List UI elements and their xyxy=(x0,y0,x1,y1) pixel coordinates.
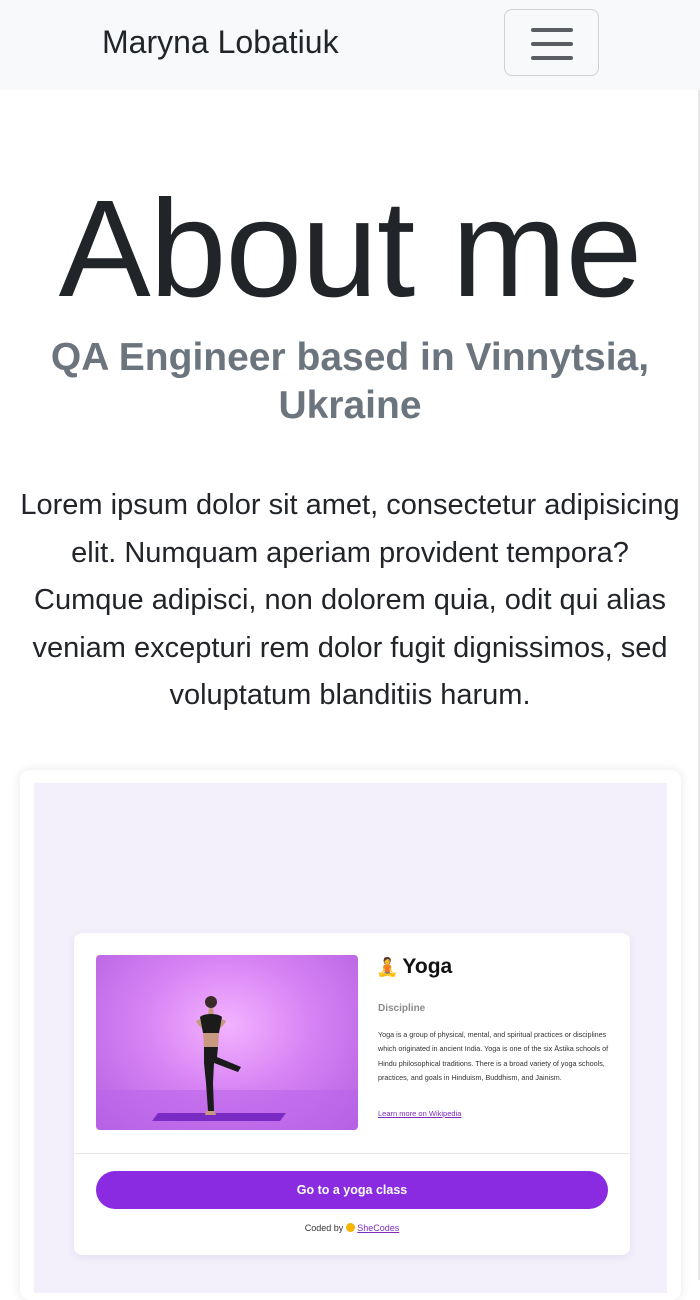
coded-by-label: Coded by xyxy=(304,1223,344,1233)
shecodes-link[interactable]: SheCodes xyxy=(357,1223,399,1233)
yoga-card: 🧘 Yoga Discipline Yoga is a group of phys… xyxy=(74,933,630,1255)
yoga-category: Discipline xyxy=(378,1003,426,1014)
yoga-class-button[interactable]: Go to a yoga class xyxy=(96,1171,608,1209)
navbar-toggler-button[interactable] xyxy=(504,9,599,76)
project-screenshot: 🧘 Yoga Discipline Yoga is a group of phys… xyxy=(34,783,667,1293)
yoga-pose-illustration xyxy=(96,996,358,1130)
card-divider xyxy=(74,1153,630,1154)
yoga-title: 🧘 Yoga xyxy=(376,955,452,979)
navbar: Maryna Lobatiuk xyxy=(0,0,700,90)
project-card[interactable]: 🧘 Yoga Discipline Yoga is a group of phys… xyxy=(20,770,681,1300)
intro-paragraph: Lorem ipsum dolor sit amet, consectetur … xyxy=(20,489,680,711)
meditating-person-icon: 🧘 xyxy=(376,957,399,977)
wikipedia-link[interactable]: Learn more on Wikipedia xyxy=(378,1109,461,1118)
coded-by-footer: Coded by SheCodes xyxy=(74,1223,630,1233)
yoga-description: Yoga is a group of physical, mental, and… xyxy=(378,1030,609,1083)
page-title: About me xyxy=(58,172,643,326)
navbar-brand[interactable]: Maryna Lobatiuk xyxy=(102,22,339,62)
page-subtitle: QA Engineer based in Vinnytsia, Ukraine xyxy=(50,336,650,427)
yoga-photo xyxy=(96,955,358,1130)
yoga-title-text: Yoga xyxy=(402,955,453,978)
shecodes-logo-icon xyxy=(346,1223,356,1232)
